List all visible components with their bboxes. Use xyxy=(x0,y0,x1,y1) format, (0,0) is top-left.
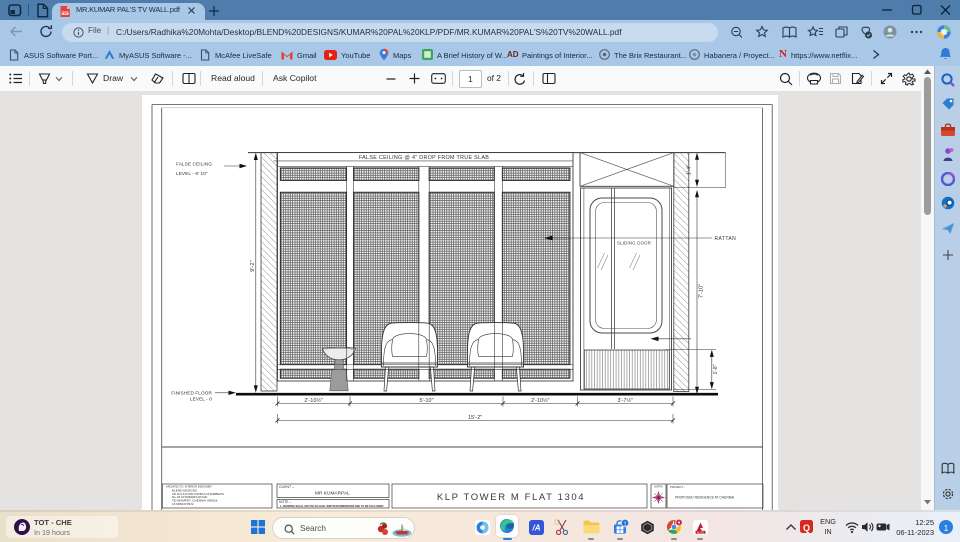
svg-text:2'-10½": 2'-10½" xyxy=(531,397,550,404)
svg-text:15'-2": 15'-2" xyxy=(468,415,482,421)
svg-text:NOTE –: NOTE – xyxy=(279,500,291,504)
svg-text:PROPOSED RESIDENCE AT CHENNAI: PROPOSED RESIDENCE AT CHENNAI xyxy=(675,496,734,500)
svg-text:LEVEL - 8' 10": LEVEL - 8' 10" xyxy=(176,171,208,176)
svg-text:2'-10½": 2'-10½" xyxy=(304,397,323,404)
svg-text:/A: /A xyxy=(532,523,541,532)
svg-text:1'-8": 1'-8" xyxy=(713,364,719,374)
svg-text:1: 1 xyxy=(623,521,626,527)
svg-text:PDF: PDF xyxy=(62,11,69,15)
svg-text:9'-2": 9'-2" xyxy=(250,260,256,272)
svg-text:MR KUMARPAL: MR KUMARPAL xyxy=(315,491,350,497)
svg-text:FINISHED FLOOR: FINISHED FLOOR xyxy=(171,391,212,396)
svg-text:CLIENT –: CLIENT – xyxy=(279,485,294,489)
svg-text:KLP TOWER M FLAT 1304: KLP TOWER M FLAT 1304 xyxy=(437,492,585,503)
svg-text:7'-10": 7'-10" xyxy=(698,284,704,298)
svg-text:PROJECT -: PROJECT - xyxy=(670,485,685,489)
svg-text:NORTH: NORTH xyxy=(654,486,663,489)
svg-text:AUTO: AUTO xyxy=(697,530,704,534)
svg-text:1. DRAWING SHALL NOT BE SCALED: 1. DRAWING SHALL NOT BE SCALED. WRITTEN … xyxy=(280,505,384,508)
svg-text:SLIDING DOOR: SLIDING DOOR xyxy=(617,241,651,246)
svg-text:3'-7½": 3'-7½" xyxy=(618,397,634,404)
svg-text:5'-10": 5'-10" xyxy=(419,398,433,404)
svg-text:RATTAN: RATTAN xyxy=(715,236,737,242)
svg-text:ph 9884472522: ph 9884472522 xyxy=(172,502,194,506)
svg-text:1'-4": 1'-4" xyxy=(687,165,693,175)
svg-text:FALSE CEILING: FALSE CEILING xyxy=(176,162,212,167)
svg-text:LEVEL - 0: LEVEL - 0 xyxy=(190,397,212,402)
svg-text:FALSE CEILING @ 4" DROP FROM T: FALSE CEILING @ 4" DROP FROM TRUE SLAB xyxy=(359,155,489,161)
